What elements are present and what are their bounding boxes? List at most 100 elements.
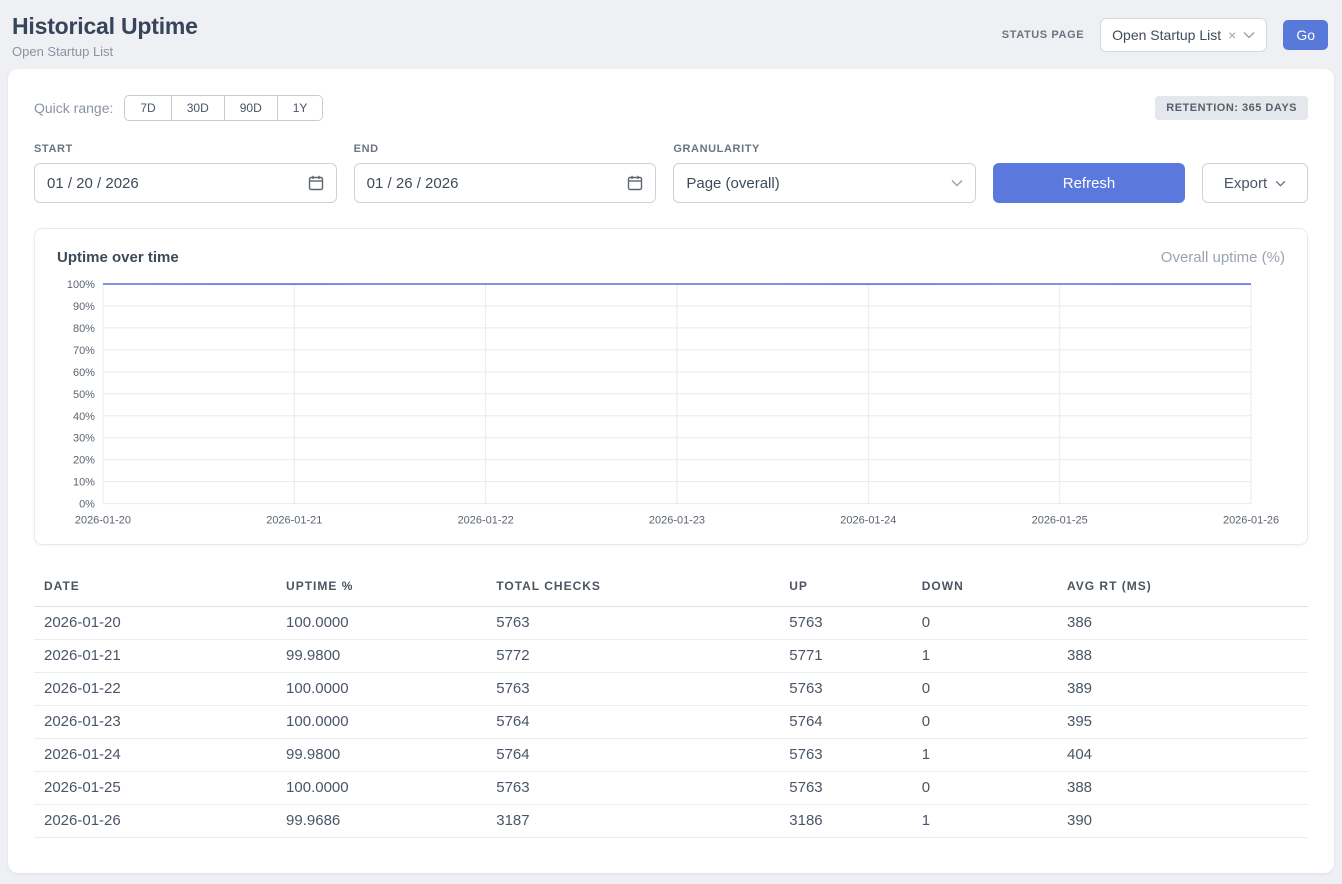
table-cell: 100.0000	[276, 705, 486, 738]
table-cell: 1	[912, 738, 1057, 771]
table-body: 2026-01-20100.00005763576303862026-01-21…	[34, 606, 1308, 837]
go-button[interactable]: Go	[1283, 20, 1328, 50]
granularity-select[interactable]: Page (overall)	[673, 163, 976, 203]
table-cell: 2026-01-24	[34, 738, 276, 771]
table-cell: 5763	[779, 738, 911, 771]
table-row: 2026-01-22100.0000576357630389	[34, 672, 1308, 705]
table-cell: 388	[1057, 771, 1308, 804]
chevron-down-icon	[951, 179, 963, 187]
y-tick-label: 70%	[73, 345, 95, 357]
table-row: 2026-01-25100.0000576357630388	[34, 771, 1308, 804]
table-row: 2026-01-23100.0000576457640395	[34, 705, 1308, 738]
table-cell: 5764	[486, 705, 779, 738]
table-cell: 5763	[486, 606, 779, 639]
uptime-line-chart: 0%10%20%30%40%50%60%70%80%90%100%2026-01…	[57, 276, 1285, 530]
table-row: 2026-01-2199.9800577257711388	[34, 639, 1308, 672]
table-cell: 5763	[779, 672, 911, 705]
status-page-controls: STATUS PAGE Open Startup List × Go	[1002, 18, 1328, 52]
table-cell: 0	[912, 672, 1057, 705]
table-cell: 2026-01-25	[34, 771, 276, 804]
table-cell: 1	[912, 639, 1057, 672]
quick-range-90d-button[interactable]: 90D	[225, 95, 278, 121]
quick-range-row: Quick range: 7D30D90D1Y RETENTION: 365 D…	[34, 95, 1308, 121]
quick-range-label: Quick range:	[34, 100, 113, 116]
status-page-select[interactable]: Open Startup List ×	[1100, 18, 1267, 52]
y-tick-label: 0%	[79, 499, 95, 511]
quick-range-group: 7D30D90D1Y	[124, 95, 323, 121]
quick-range-1y-button[interactable]: 1Y	[278, 95, 324, 121]
main-card: Quick range: 7D30D90D1Y RETENTION: 365 D…	[8, 69, 1334, 873]
granularity-selected-value: Page (overall)	[686, 175, 779, 192]
column-header: AVG RT (MS)	[1057, 569, 1308, 607]
table-cell: 1	[912, 804, 1057, 837]
start-date-value: 01 / 20 / 2026	[47, 175, 139, 192]
table-cell: 0	[912, 606, 1057, 639]
table-cell: 0	[912, 771, 1057, 804]
quick-range-30d-button[interactable]: 30D	[172, 95, 225, 121]
table-cell: 5763	[779, 771, 911, 804]
end-date-input[interactable]: 01 / 26 / 2026	[354, 163, 657, 203]
refresh-button[interactable]: Refresh	[993, 163, 1185, 203]
table-cell: 2026-01-26	[34, 804, 276, 837]
x-tick-label: 2026-01-21	[266, 515, 322, 527]
status-page-label: STATUS PAGE	[1002, 29, 1084, 41]
y-tick-label: 60%	[73, 367, 95, 379]
granularity-label: GRANULARITY	[673, 143, 976, 155]
table-cell: 2026-01-21	[34, 639, 276, 672]
x-tick-label: 2026-01-26	[1223, 515, 1279, 527]
table-cell: 0	[912, 705, 1057, 738]
y-tick-label: 80%	[73, 323, 95, 335]
table-cell: 99.9800	[276, 639, 486, 672]
table-cell: 390	[1057, 804, 1308, 837]
table-cell: 5772	[486, 639, 779, 672]
table-cell: 5764	[779, 705, 911, 738]
table-header-row: DATEUPTIME %TOTAL CHECKSUPDOWNAVG RT (MS…	[34, 569, 1308, 607]
x-tick-label: 2026-01-23	[649, 515, 705, 527]
column-header: TOTAL CHECKS	[486, 569, 779, 607]
table-cell: 389	[1057, 672, 1308, 705]
calendar-icon[interactable]	[627, 175, 643, 191]
title-block: Historical Uptime Open Startup List	[12, 13, 198, 59]
start-field: START 01 / 20 / 2026	[34, 143, 337, 203]
end-label: END	[354, 143, 657, 155]
export-button[interactable]: Export	[1202, 163, 1308, 203]
page-header: Historical Uptime Open Startup List STAT…	[0, 0, 1342, 69]
page-title: Historical Uptime	[12, 13, 198, 40]
table-row: 2026-01-2499.9800576457631404	[34, 738, 1308, 771]
table-cell: 100.0000	[276, 606, 486, 639]
column-header: DOWN	[912, 569, 1057, 607]
table-cell: 5764	[486, 738, 779, 771]
start-date-input[interactable]: 01 / 20 / 2026	[34, 163, 337, 203]
table-cell: 3186	[779, 804, 911, 837]
y-tick-label: 30%	[73, 433, 95, 445]
table-cell: 2026-01-23	[34, 705, 276, 738]
quick-range-7d-button[interactable]: 7D	[124, 95, 171, 121]
table-cell: 99.9800	[276, 738, 486, 771]
x-tick-label: 2026-01-22	[458, 515, 514, 527]
table-cell: 99.9686	[276, 804, 486, 837]
chart-title: Uptime over time	[57, 249, 179, 266]
table-cell: 386	[1057, 606, 1308, 639]
table-row: 2026-01-20100.0000576357630386	[34, 606, 1308, 639]
table-cell: 100.0000	[276, 672, 486, 705]
end-date-value: 01 / 26 / 2026	[367, 175, 459, 192]
calendar-icon[interactable]	[308, 175, 324, 191]
table-row: 2026-01-2699.9686318731861390	[34, 804, 1308, 837]
table-cell: 5763	[486, 672, 779, 705]
chart-legend: Overall uptime (%)	[1161, 249, 1285, 266]
table-cell: 2026-01-20	[34, 606, 276, 639]
retention-badge: RETENTION: 365 DAYS	[1155, 96, 1308, 120]
y-tick-label: 90%	[73, 301, 95, 313]
table-cell: 388	[1057, 639, 1308, 672]
page-subtitle: Open Startup List	[12, 44, 198, 59]
export-button-label: Export	[1224, 175, 1267, 192]
x-tick-label: 2026-01-25	[1032, 515, 1088, 527]
granularity-field: GRANULARITY Page (overall)	[673, 143, 976, 203]
status-page-selected-value: Open Startup List	[1112, 27, 1221, 43]
clear-selection-icon[interactable]: ×	[1228, 28, 1236, 42]
table-cell: 5771	[779, 639, 911, 672]
table-cell: 395	[1057, 705, 1308, 738]
x-tick-label: 2026-01-24	[840, 515, 896, 527]
x-tick-label: 2026-01-20	[75, 515, 131, 527]
chevron-down-icon	[1275, 180, 1286, 187]
